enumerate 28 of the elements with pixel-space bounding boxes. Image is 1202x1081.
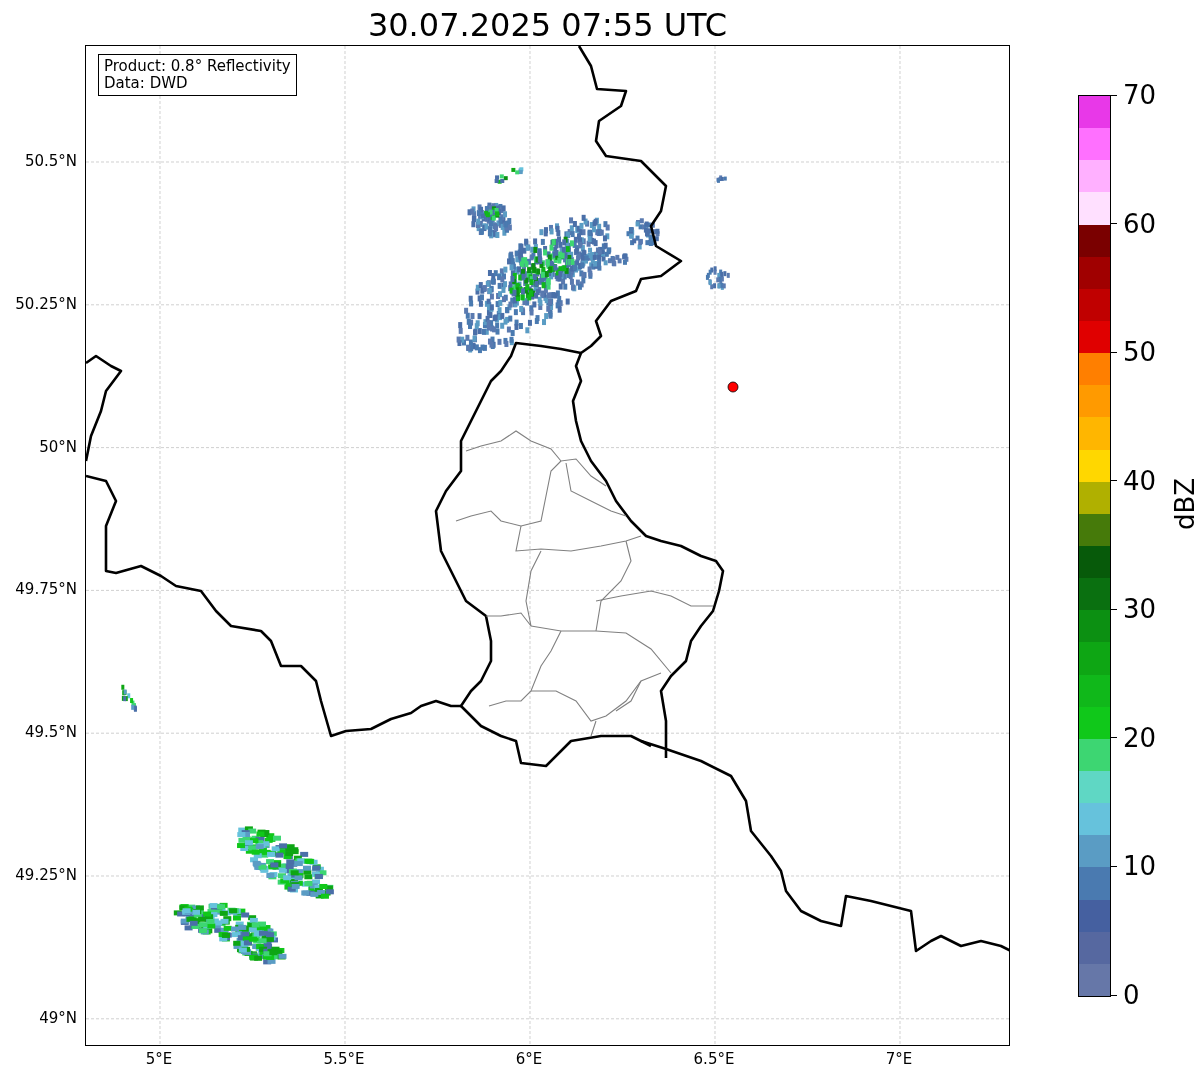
- radar-echo-drawing: [716, 175, 727, 183]
- figure-title: 30.07.2025 07:55 UTC: [367, 5, 728, 45]
- axis-tick-label: 5.5°E: [323, 1050, 365, 1068]
- axis-tick-label: 50.5°N: [24, 152, 77, 170]
- axis-tick-label: 6°E: [515, 1050, 543, 1068]
- radar-echo-drawing: [705, 266, 730, 290]
- scale-tick-label: 50: [1111, 337, 1157, 368]
- scale-tick-label: 40: [1111, 465, 1157, 496]
- axis-tick-label: 49°N: [39, 1008, 77, 1027]
- scale-tick-label: 60: [1111, 208, 1157, 239]
- radar-echo-drawing: [121, 684, 137, 712]
- location-marker: [727, 381, 739, 393]
- scale-tick-label: 20: [1111, 722, 1157, 753]
- axis-tick-label: 5°E: [145, 1050, 173, 1068]
- axis-tick-label: 50°N: [39, 437, 77, 456]
- scale-unit-label: dBZ: [1170, 477, 1200, 530]
- scale-tick-label: 30: [1111, 594, 1157, 625]
- axis-tick-label: 49.75°N: [15, 580, 77, 599]
- scale-tick-label: 10: [1111, 851, 1157, 882]
- axis-tick-label: 49.5°N: [24, 723, 77, 742]
- scale-tick-label: 0: [1111, 980, 1140, 1010]
- axis-tick-label: 6.5°E: [693, 1050, 735, 1068]
- info-text: Data: DWD: [104, 75, 189, 92]
- scale-tick-label: 70: [1111, 80, 1157, 110]
- axis-tick-label: 49.25°N: [15, 866, 77, 884]
- axis-tick-label: 7°E: [885, 1050, 913, 1068]
- info-text: Product: 0.8° Reflectivity: [104, 58, 291, 75]
- axis-tick-label: 50.25°N: [15, 294, 77, 313]
